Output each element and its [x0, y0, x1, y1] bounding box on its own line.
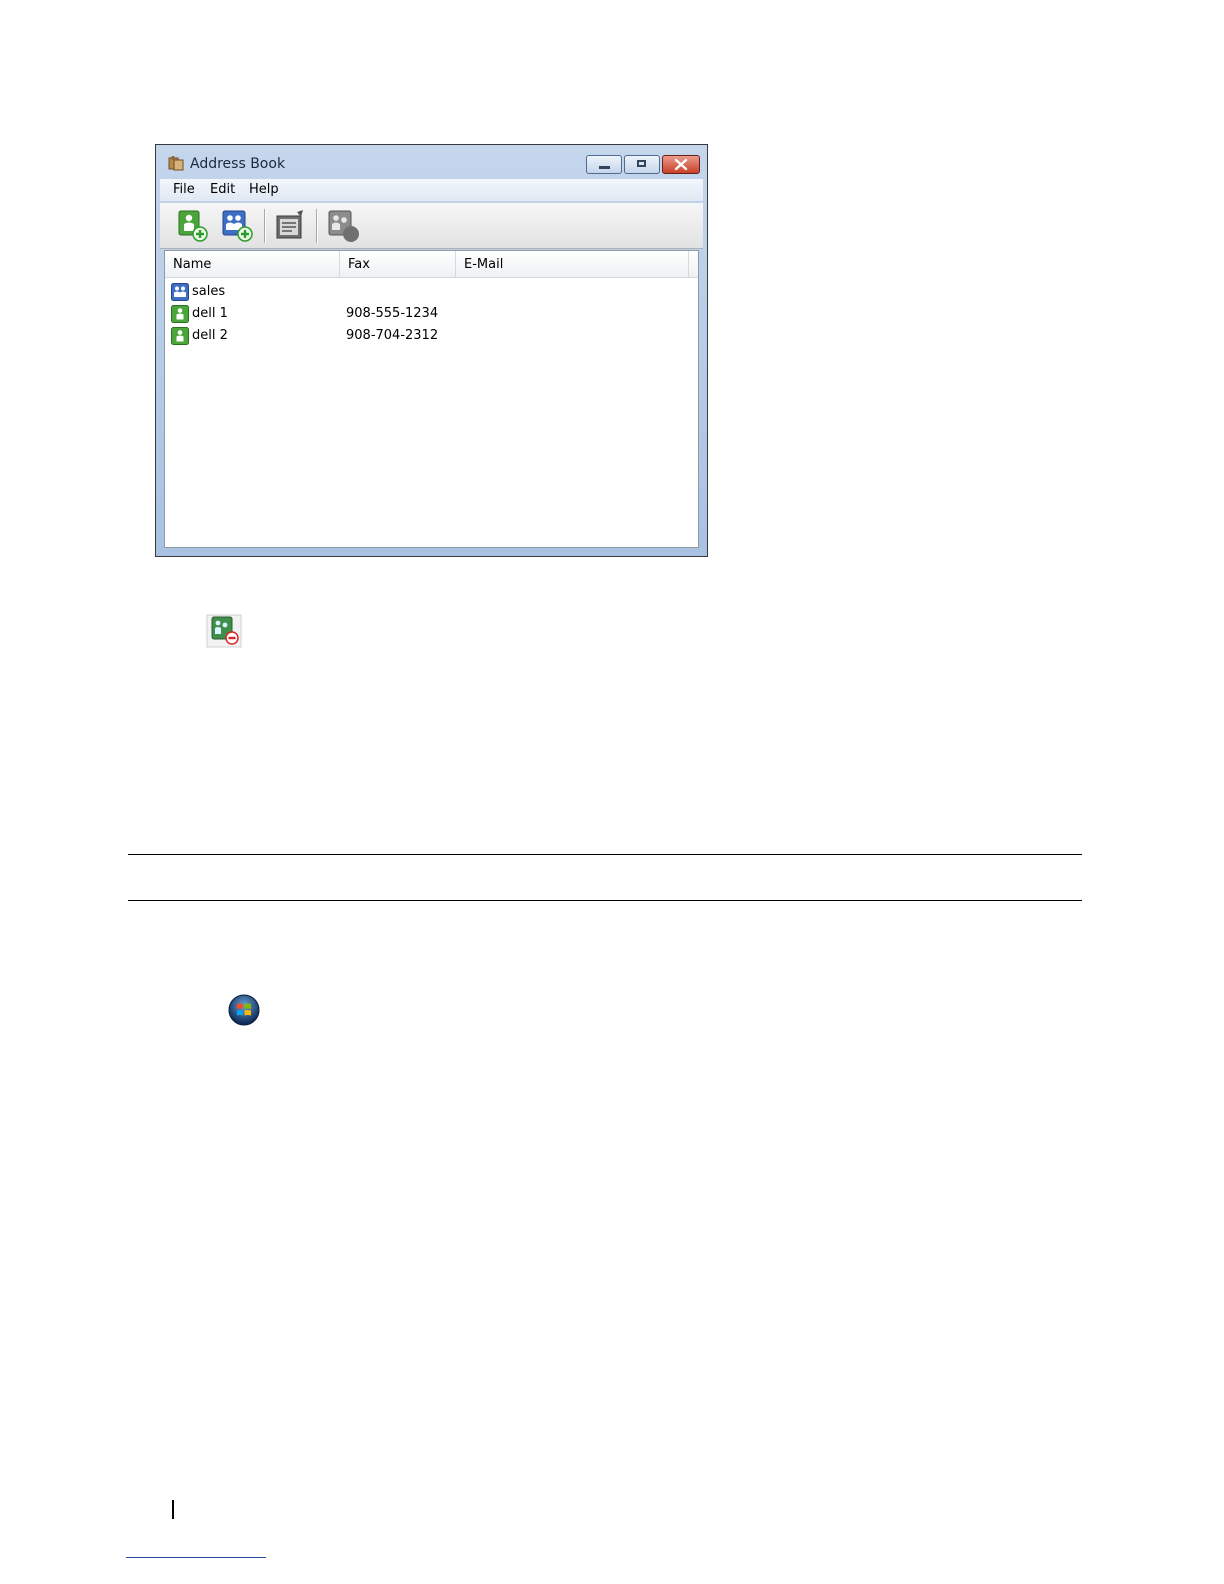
menu-bar: File Edit Help: [160, 179, 703, 201]
edit-entry-button[interactable]: [273, 209, 309, 243]
row-fax: 908-555-1234: [346, 306, 439, 321]
contact-icon: [171, 305, 189, 323]
window-title: Address Book: [190, 156, 286, 172]
address-book-window: Address Book File Edit Help Name Fax E-M…: [155, 144, 708, 557]
delete-entry-button[interactable]: [326, 209, 362, 243]
row-fax: 908-704-2312: [346, 328, 439, 343]
minimize-button[interactable]: [586, 155, 622, 174]
add-contact-icon: [178, 210, 208, 242]
toolbar-separator: [264, 209, 265, 243]
add-group-button[interactable]: [220, 209, 256, 243]
edit-entry-icon: [276, 210, 303, 239]
group-icon: [171, 283, 189, 301]
delete-entry-icon: [206, 614, 242, 648]
toolbar-separator: [316, 209, 317, 243]
row-name: dell 1: [192, 306, 228, 321]
row-name: sales: [192, 284, 226, 299]
column-header-fax[interactable]: Fax: [340, 251, 456, 277]
row-name: dell 2: [192, 328, 228, 343]
maximize-icon: [637, 160, 646, 167]
address-list: Name Fax E-Mail sales dell 1 908-555-123…: [164, 250, 699, 548]
list-item[interactable]: dell 2 908-704-2312: [165, 325, 698, 347]
toolbar: [160, 203, 703, 249]
minimize-icon: [599, 166, 610, 169]
page-margin-bar: [172, 1500, 174, 1519]
address-book-icon: [168, 156, 184, 171]
maximize-button[interactable]: [624, 155, 660, 174]
title-bar[interactable]: Address Book: [156, 145, 707, 177]
section-divider: [128, 900, 1082, 901]
footer-link-underline: [126, 1557, 266, 1558]
column-header-email[interactable]: E-Mail: [456, 251, 689, 277]
list-item[interactable]: sales: [165, 281, 698, 303]
delete-entry-icon: [328, 210, 359, 242]
column-header-name[interactable]: Name: [165, 251, 340, 277]
menu-file[interactable]: File: [173, 182, 195, 197]
close-icon: [674, 158, 688, 171]
menu-help[interactable]: Help: [249, 182, 279, 197]
section-divider: [128, 854, 1082, 855]
add-contact-button[interactable]: [176, 209, 212, 243]
list-item[interactable]: dell 1 908-555-1234: [165, 303, 698, 325]
close-button[interactable]: [662, 155, 700, 174]
list-header: Name Fax E-Mail: [165, 251, 698, 278]
menu-edit[interactable]: Edit: [210, 182, 235, 197]
add-group-icon: [222, 210, 253, 242]
windows-start-orb-icon: [228, 994, 260, 1026]
contact-icon: [171, 327, 189, 345]
